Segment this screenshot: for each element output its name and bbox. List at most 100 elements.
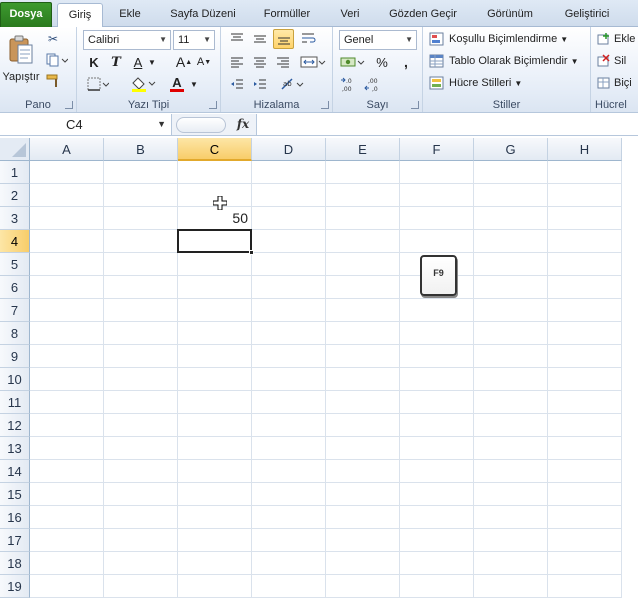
cell-a11[interactable] xyxy=(30,391,104,414)
font-color-button[interactable]: A xyxy=(163,75,191,93)
worksheet-grid[interactable]: A B C D E F G H 1 2 3 50 4 5 6 7 8 9 10 11 12 13 14 15 16 17 18 19 F… xyxy=(0,138,638,604)
cell-g1[interactable] xyxy=(474,161,548,184)
cell-a9[interactable] xyxy=(30,345,104,368)
cell-d19[interactable] xyxy=(252,575,326,598)
row-header-17[interactable]: 17 xyxy=(0,529,30,552)
cell-e19[interactable] xyxy=(326,575,400,598)
cell-e8[interactable] xyxy=(326,322,400,345)
cell-g17[interactable] xyxy=(474,529,548,552)
row-header-1[interactable]: 1 xyxy=(0,161,30,184)
cell-e15[interactable] xyxy=(326,483,400,506)
cell-g2[interactable] xyxy=(474,184,548,207)
column-header-h[interactable]: H xyxy=(548,138,622,161)
tab-home[interactable]: Giriş xyxy=(57,3,103,28)
cell-b14[interactable] xyxy=(104,460,178,483)
align-center-button[interactable] xyxy=(250,53,270,71)
cell-f9[interactable] xyxy=(400,345,474,368)
cell-c17[interactable] xyxy=(178,529,252,552)
cell-b2[interactable] xyxy=(104,184,178,207)
italic-button[interactable]: T xyxy=(107,53,125,71)
cell-g5[interactable] xyxy=(474,253,548,276)
cell-h13[interactable] xyxy=(548,437,622,460)
fill-color-button[interactable] xyxy=(129,75,157,93)
cell-a7[interactable] xyxy=(30,299,104,322)
tab-page-layout[interactable]: Sayfa Düzeni xyxy=(158,3,248,27)
cell-a14[interactable] xyxy=(30,460,104,483)
font-launcher[interactable] xyxy=(209,101,217,109)
cell-f8[interactable] xyxy=(400,322,474,345)
cell-h10[interactable] xyxy=(548,368,622,391)
cell-e11[interactable] xyxy=(326,391,400,414)
cell-c14[interactable] xyxy=(178,460,252,483)
cell-e18[interactable] xyxy=(326,552,400,575)
fill-handle[interactable] xyxy=(249,250,254,255)
borders-button[interactable] xyxy=(85,75,111,93)
align-bottom-button[interactable] xyxy=(273,29,294,49)
cell-e4[interactable] xyxy=(326,230,400,253)
cell-g15[interactable] xyxy=(474,483,548,506)
cell-c9[interactable] xyxy=(178,345,252,368)
cell-d1[interactable] xyxy=(252,161,326,184)
cell-f12[interactable] xyxy=(400,414,474,437)
cell-c12[interactable] xyxy=(178,414,252,437)
cell-c16[interactable] xyxy=(178,506,252,529)
cell-g4[interactable] xyxy=(474,230,548,253)
tab-insert[interactable]: Ekle xyxy=(106,3,154,27)
cell-c1[interactable] xyxy=(178,161,252,184)
cell-e2[interactable] xyxy=(326,184,400,207)
cell-a3[interactable] xyxy=(30,207,104,230)
cell-c19[interactable] xyxy=(178,575,252,598)
cell-h11[interactable] xyxy=(548,391,622,414)
formula-input[interactable] xyxy=(256,114,638,135)
cell-h15[interactable] xyxy=(548,483,622,506)
cell-b5[interactable] xyxy=(104,253,178,276)
column-header-a[interactable]: A xyxy=(30,138,104,161)
cell-b8[interactable] xyxy=(104,322,178,345)
conditional-formatting-button[interactable]: Koşullu Biçimlendirme ▼ xyxy=(429,30,589,48)
cell-f1[interactable] xyxy=(400,161,474,184)
align-left-button[interactable] xyxy=(227,53,247,71)
select-all-button[interactable] xyxy=(0,138,30,161)
cell-e5[interactable] xyxy=(326,253,400,276)
cut-button[interactable]: ✂ xyxy=(44,30,62,48)
cell-h18[interactable] xyxy=(548,552,622,575)
cell-d12[interactable] xyxy=(252,414,326,437)
cell-g18[interactable] xyxy=(474,552,548,575)
cell-d15[interactable] xyxy=(252,483,326,506)
row-header-13[interactable]: 13 xyxy=(0,437,30,460)
cell-a1[interactable] xyxy=(30,161,104,184)
cell-h9[interactable] xyxy=(548,345,622,368)
cell-c8[interactable] xyxy=(178,322,252,345)
cell-d10[interactable] xyxy=(252,368,326,391)
cell-a12[interactable] xyxy=(30,414,104,437)
tab-developer[interactable]: Geliştirici xyxy=(552,3,622,27)
increase-indent-button[interactable] xyxy=(250,75,270,93)
cell-d4[interactable] xyxy=(252,230,326,253)
cell-d9[interactable] xyxy=(252,345,326,368)
cell-f13[interactable] xyxy=(400,437,474,460)
cell-h17[interactable] xyxy=(548,529,622,552)
cell-d17[interactable] xyxy=(252,529,326,552)
cell-h1[interactable] xyxy=(548,161,622,184)
cell-h8[interactable] xyxy=(548,322,622,345)
cell-d16[interactable] xyxy=(252,506,326,529)
cell-g13[interactable] xyxy=(474,437,548,460)
cell-g14[interactable] xyxy=(474,460,548,483)
row-header-6[interactable]: 6 xyxy=(0,276,30,299)
cell-a17[interactable] xyxy=(30,529,104,552)
column-header-e[interactable]: E xyxy=(326,138,400,161)
cell-f14[interactable] xyxy=(400,460,474,483)
cell-c4[interactable] xyxy=(178,230,252,253)
row-header-4[interactable]: 4 xyxy=(0,230,30,253)
cell-g12[interactable] xyxy=(474,414,548,437)
tab-formulas[interactable]: Formüller xyxy=(254,3,320,27)
row-header-2[interactable]: 2 xyxy=(0,184,30,207)
align-top-button[interactable] xyxy=(227,30,247,48)
row-header-10[interactable]: 10 xyxy=(0,368,30,391)
cell-h14[interactable] xyxy=(548,460,622,483)
merge-center-button[interactable] xyxy=(299,53,327,71)
cell-b1[interactable] xyxy=(104,161,178,184)
cell-g9[interactable] xyxy=(474,345,548,368)
cell-d7[interactable] xyxy=(252,299,326,322)
cell-b15[interactable] xyxy=(104,483,178,506)
